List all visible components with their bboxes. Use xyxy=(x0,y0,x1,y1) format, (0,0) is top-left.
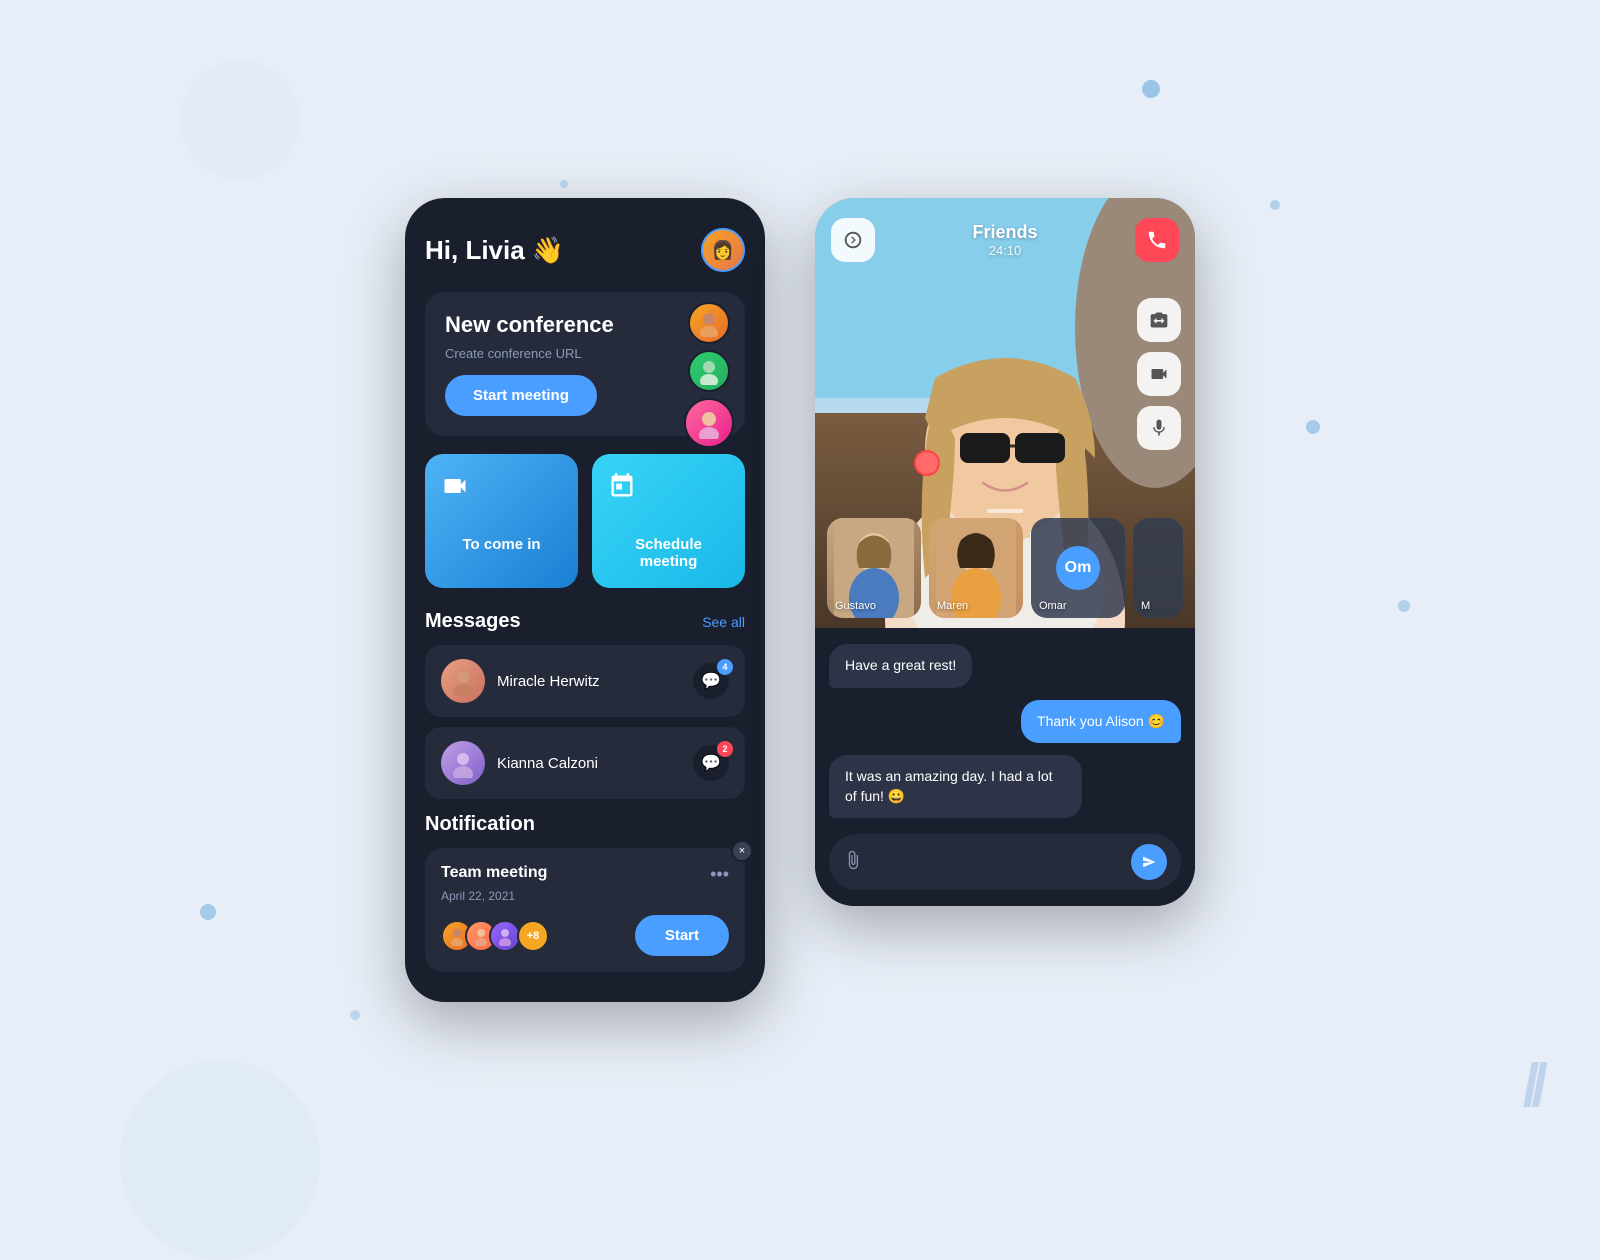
msg-badge-1: 4 xyxy=(717,659,733,675)
chat-area: Have a great rest! Thank you Alison 😊 It… xyxy=(815,628,1195,906)
message-item-1[interactable]: Miracle Herwitz 💬 4 xyxy=(425,645,745,717)
float-avatar-1 xyxy=(688,302,730,344)
greeting-text: Hi, Livia 👋 xyxy=(425,235,564,266)
to-come-in-button[interactable]: To come in xyxy=(425,454,578,588)
notif-card-date: April 22, 2021 xyxy=(441,889,729,903)
to-come-in-label: To come in xyxy=(441,536,562,553)
msg-name-1: Miracle Herwitz xyxy=(497,673,681,690)
participant-name-3: Omar xyxy=(1039,600,1067,612)
attach-button[interactable] xyxy=(843,850,863,875)
chat-message-2: Thank you Alison 😊 xyxy=(1021,700,1181,744)
send-button[interactable] xyxy=(1131,844,1167,880)
notif-card-title: Team meeting xyxy=(441,864,547,882)
msg-icon-wrap-2: 💬 2 xyxy=(693,745,729,781)
notif-more-button[interactable]: ••• xyxy=(710,864,729,885)
notif-card-header: Team meeting ••• xyxy=(441,864,729,885)
call-side-controls xyxy=(1137,298,1181,450)
video-icon xyxy=(441,472,562,506)
participant-name-2: Maren xyxy=(937,600,968,612)
chat-message-1: Have a great rest! xyxy=(829,644,972,688)
call-info: Friends 24:10 xyxy=(972,222,1037,258)
decoration-slash: // xyxy=(1523,1051,1540,1120)
call-timer: 24:10 xyxy=(972,243,1037,258)
message-item-2[interactable]: Kianna Calzoni 💬 2 xyxy=(425,727,745,799)
participant-card-3[interactable]: Om Omar xyxy=(1031,518,1125,618)
notification-title: Notification xyxy=(425,813,535,836)
notif-card-footer: +8 Start xyxy=(441,915,729,956)
schedule-meeting-label: Schedule meeting xyxy=(608,536,729,570)
calendar-icon xyxy=(608,472,729,506)
start-meeting-button[interactable]: Start meeting xyxy=(445,375,597,416)
msg-avatar-1 xyxy=(441,659,485,703)
participant-card-4[interactable]: M xyxy=(1133,518,1183,618)
participants-strip: Gustavo Maren Om Omar M xyxy=(815,508,1195,628)
left-phone: Hi, Livia 👋 👩 New conference Create conf… xyxy=(405,198,765,1002)
participant-card-2[interactable]: Maren xyxy=(929,518,1023,618)
msg-avatar-2 xyxy=(441,741,485,785)
call-name: Friends xyxy=(972,222,1037,243)
float-avatar-3 xyxy=(684,398,734,448)
user-avatar[interactable]: 👩 xyxy=(701,228,745,272)
chat-message-3: It was an amazing day. I had a lot of fu… xyxy=(829,755,1082,818)
messages-header: Messages See all xyxy=(425,610,745,633)
chat-input-field[interactable] xyxy=(873,854,1121,870)
float-avatar-2 xyxy=(688,350,730,392)
flip-camera-button[interactable] xyxy=(1137,298,1181,342)
right-phone: Friends 24:10 xyxy=(815,198,1195,906)
notif-start-button[interactable]: Start xyxy=(635,915,729,956)
floating-avatars xyxy=(684,302,730,448)
see-all-link[interactable]: See all xyxy=(702,614,745,630)
chat-input-row xyxy=(829,834,1181,890)
notification-header: Notification xyxy=(425,813,745,836)
participant-card-1[interactable]: Gustavo xyxy=(827,518,921,618)
messages-title: Messages xyxy=(425,610,521,633)
video-call-area: Friends 24:10 xyxy=(815,198,1195,628)
conference-subtitle: Create conference URL xyxy=(445,346,725,361)
participant-name-1: Gustavo xyxy=(835,600,876,612)
msg-name-2: Kianna Calzoni xyxy=(497,755,681,772)
notif-extra-count: +8 xyxy=(517,920,549,952)
call-end-button[interactable] xyxy=(1135,218,1179,262)
conference-card: New conference Create conference URL Sta… xyxy=(425,292,745,436)
notification-card: × Team meeting ••• April 22, 2021 xyxy=(425,848,745,972)
quick-actions: To come in Schedule meeting xyxy=(425,454,745,588)
participant-avatar-om: Om xyxy=(1056,546,1100,590)
call-header: Friends 24:10 xyxy=(815,198,1195,276)
video-toggle-button[interactable] xyxy=(1137,352,1181,396)
mic-toggle-button[interactable] xyxy=(1137,406,1181,450)
notif-close-button[interactable]: × xyxy=(731,840,753,862)
notif-avatars: +8 xyxy=(441,920,549,952)
msg-badge-2: 2 xyxy=(717,741,733,757)
phone-left-header: Hi, Livia 👋 👩 xyxy=(425,228,745,272)
participant-name-4: M xyxy=(1141,600,1150,612)
phones-container: Hi, Livia 👋 👩 New conference Create conf… xyxy=(405,198,1195,1002)
conference-title: New conference xyxy=(445,312,725,338)
msg-icon-wrap-1: 💬 4 xyxy=(693,663,729,699)
call-back-button[interactable] xyxy=(831,218,875,262)
schedule-meeting-button[interactable]: Schedule meeting xyxy=(592,454,745,588)
